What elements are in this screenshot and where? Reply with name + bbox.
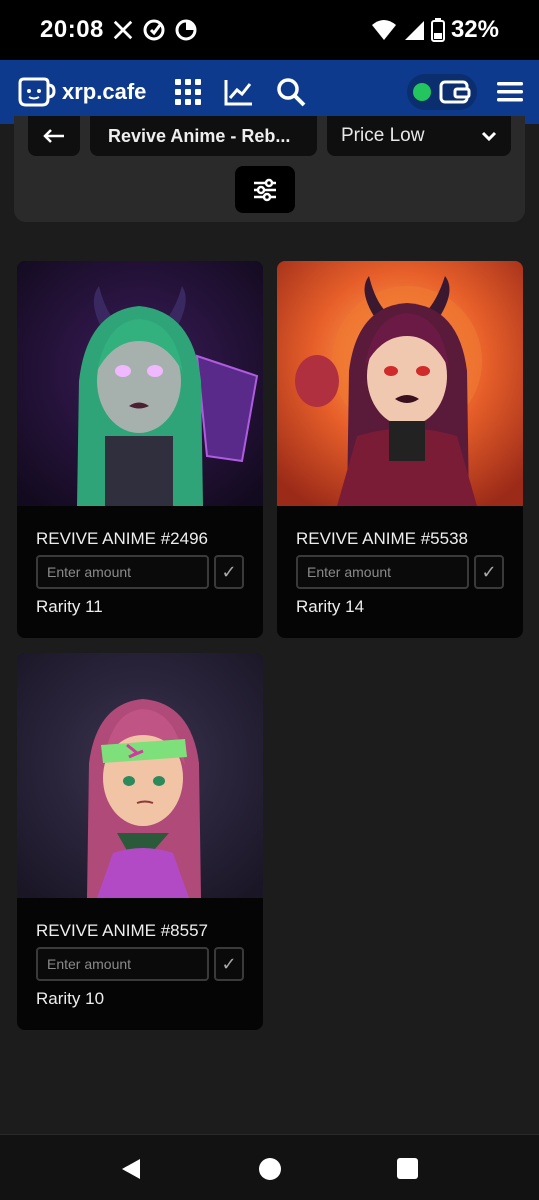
notification-icons	[112, 18, 198, 42]
grid-icon[interactable]	[174, 78, 202, 106]
confirm-button[interactable]: ✓	[214, 947, 244, 981]
filter-panel: Revive Anime - Reb... Price Low	[14, 116, 525, 222]
recents-square-icon[interactable]	[397, 1158, 418, 1179]
wallet-button[interactable]	[407, 74, 477, 110]
x-app-icon	[113, 20, 133, 40]
filter-settings-button[interactable]	[235, 166, 295, 213]
confirm-button[interactable]: ✓	[214, 555, 244, 589]
back-triangle-icon[interactable]	[120, 1157, 142, 1181]
sliders-icon	[254, 178, 276, 201]
nft-card[interactable]: REVIVE ANIME #2496 ✓ Rarity 11	[17, 261, 263, 638]
status-bar: 20:08 32%	[0, 0, 539, 60]
amount-input[interactable]	[36, 555, 209, 589]
wallet-connected-indicator	[413, 83, 431, 101]
system-status: 32%	[371, 16, 499, 44]
check-icon: ✓	[221, 953, 237, 974]
nft-name: REVIVE ANIME #2496	[36, 529, 208, 548]
wifi-icon	[371, 20, 396, 40]
nft-name: REVIVE ANIME #8557	[36, 921, 208, 940]
nft-image[interactable]	[17, 261, 263, 506]
nft-image[interactable]	[277, 261, 523, 506]
pie-icon	[175, 19, 197, 41]
nav-right	[407, 74, 523, 110]
nft-card[interactable]: REVIVE ANIME #8557 ✓ Rarity 10	[17, 653, 263, 1030]
confirm-button[interactable]: ✓	[474, 555, 504, 589]
nft-name: REVIVE ANIME #5538	[296, 529, 468, 548]
amount-input[interactable]	[296, 555, 469, 589]
menu-icon[interactable]	[497, 80, 523, 104]
logo[interactable]: xrp.cafe	[16, 75, 146, 109]
top-navbar: xrp.cafe	[0, 60, 539, 124]
chart-icon[interactable]	[224, 78, 254, 106]
battery-level: 32%	[450, 16, 499, 43]
signal-icon	[404, 21, 424, 40]
arrow-left-icon	[43, 129, 64, 143]
logo-text: xrp.cafe	[62, 79, 147, 104]
amount-input[interactable]	[36, 947, 209, 981]
nav-icons	[174, 77, 306, 107]
rarity-label: Rarity 14	[296, 597, 365, 616]
sort-label: Price Low	[341, 125, 425, 146]
rarity-label: Rarity 11	[36, 597, 103, 616]
search-icon[interactable]	[276, 77, 306, 107]
nft-image[interactable]	[17, 653, 263, 898]
check-icon: ✓	[221, 561, 237, 582]
wallet-icon	[439, 80, 471, 104]
chevron-down-icon	[481, 131, 497, 141]
home-circle-icon[interactable]	[258, 1157, 282, 1181]
battery-icon	[430, 18, 445, 42]
status-time: 20:08	[40, 16, 104, 43]
cafe-cup-icon	[18, 77, 56, 107]
rarity-label: Rarity 10	[36, 989, 105, 1008]
sync-icon	[143, 19, 165, 41]
nft-card[interactable]: REVIVE ANIME #5538 ✓ Rarity 14	[277, 261, 523, 638]
check-icon: ✓	[481, 561, 497, 582]
system-navigation-bar	[0, 1134, 539, 1200]
back-button[interactable]	[28, 116, 80, 156]
sort-select[interactable]: Price Low	[327, 116, 511, 156]
collection-select[interactable]: Revive Anime - Reb...	[90, 116, 317, 156]
